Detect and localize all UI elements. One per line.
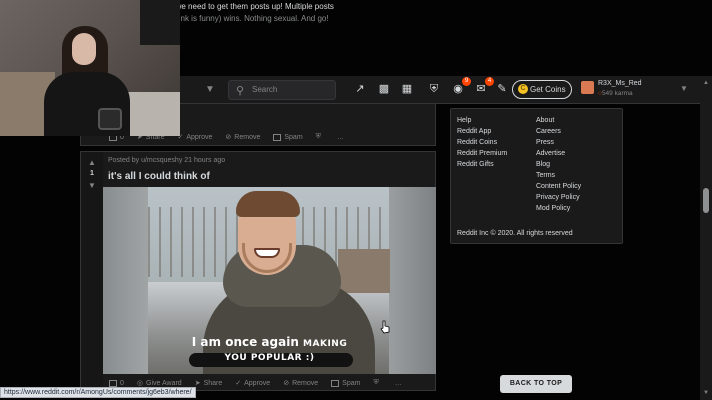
approve-label: Approve [244, 379, 271, 387]
award-icon: ◎ [136, 380, 144, 387]
approve-label: Approve [186, 133, 213, 141]
spam-label: Spam [284, 133, 303, 141]
link-reddit-gifts[interactable]: Reddit Gifts [457, 161, 494, 168]
give-award-label: Give Award [146, 379, 182, 387]
notification-badge: 4 [485, 77, 494, 86]
qr-code-icon[interactable]: ▦ [399, 81, 415, 97]
meme-caption-line-1: I am once again MAKING [103, 335, 436, 349]
vote-column: ▲ 1 ▼ [81, 152, 103, 390]
comment-icon [109, 379, 117, 387]
remove-button[interactable]: ⊘ Remove [283, 379, 319, 388]
caption-big-text: I am once again [191, 335, 304, 349]
link-press[interactable]: Press [536, 139, 554, 146]
link-reddit-coins[interactable]: Reddit Coins [457, 139, 497, 146]
link-terms[interactable]: Terms [536, 172, 555, 179]
remove-icon: ⊘ [225, 134, 232, 141]
avatar[interactable] [581, 81, 594, 94]
webcam-overlay [0, 0, 180, 136]
link-content-policy[interactable]: Content Policy [536, 183, 581, 190]
comments-count: 0 [120, 379, 124, 387]
link-reddit-premium[interactable]: Reddit Premium [457, 150, 507, 157]
vote-count: 1 [90, 170, 94, 177]
reddit-page: ▼ ⚲ Search ↗ ▩ ▦ ⛨ ◉ 9 ✉ 4 ✎ C Get Coins R… [0, 0, 712, 400]
check-icon: ✓ [235, 380, 242, 387]
caption-small-text: MAKING [303, 339, 348, 349]
spam-button[interactable]: Spam [273, 133, 303, 141]
spam-button[interactable]: Spam [331, 379, 361, 387]
copyright-text: Reddit Inc © 2020. All rights reserved [457, 230, 573, 237]
link-help[interactable]: Help [457, 117, 471, 124]
create-post-icon[interactable]: ✎ [494, 81, 510, 97]
image-smile [254, 248, 280, 258]
search-icon: ⚲ [236, 85, 245, 97]
image-house [338, 249, 390, 293]
chat-icon[interactable]: ◉ 9 [450, 77, 471, 97]
post-title[interactable]: it's all I could think of [108, 171, 210, 182]
user-menu-chevron-icon[interactable]: ▼ [680, 84, 688, 93]
more-options-button[interactable]: … [337, 134, 344, 141]
link-reddit-app[interactable]: Reddit App [457, 128, 491, 135]
trending-icon[interactable]: ↗ [352, 81, 368, 97]
give-award-button[interactable]: ◎ Give Award [136, 379, 182, 388]
approve-button[interactable]: ✓ Approve [235, 379, 271, 388]
webcam-person-face [72, 33, 96, 65]
image-hair [236, 191, 300, 217]
link-privacy-policy[interactable]: Privacy Policy [536, 194, 580, 201]
scrollbar-thumb[interactable] [703, 188, 709, 213]
link-advertise[interactable]: Advertise [536, 150, 565, 157]
post-image[interactable]: I am once again MAKING YOU POPULAR :) [103, 187, 436, 374]
upvote-icon[interactable]: ▲ [88, 158, 96, 167]
link-careers[interactable]: Careers [536, 128, 561, 135]
share-label: Share [203, 379, 223, 387]
webcam-poster [140, 0, 180, 45]
remove-label: Remove [234, 133, 261, 141]
post-meta[interactable]: Posted by u/mcsqueshy 21 hours ago [108, 157, 225, 164]
shield-icon[interactable]: ⛨ [426, 81, 442, 97]
shield-icon[interactable]: ⛨ [373, 379, 381, 387]
remove-button[interactable]: ⊘ Remove [225, 133, 261, 142]
spam-icon [273, 133, 282, 141]
footer-links-card: Help Reddit App Reddit Coins Reddit Prem… [450, 108, 623, 244]
link-about[interactable]: About [536, 117, 554, 124]
remove-label: Remove [292, 379, 319, 387]
search-bar[interactable]: ⚲ Search [228, 80, 336, 100]
mouse-cursor-icon [380, 320, 390, 334]
chevron-down-icon[interactable]: ▼ [205, 84, 215, 95]
get-coins-button[interactable]: C Get Coins [512, 80, 572, 99]
mod-shield-icon: ⛨ [315, 133, 321, 140]
share-icon: ➤ [194, 380, 201, 387]
karma-count: ○549 karma [598, 90, 633, 97]
comments-button[interactable]: 0 [109, 379, 124, 387]
meme-caption-line-2: YOU POPULAR :) [224, 353, 315, 363]
scroll-up-icon[interactable]: ▲ [703, 80, 709, 86]
link-blog[interactable]: Blog [536, 161, 550, 168]
username[interactable]: R3X_Ms_Red [598, 80, 642, 87]
karma-label: 549 karma [601, 90, 633, 97]
get-coins-label: Get Coins [530, 85, 566, 94]
search-input[interactable]: Search [252, 85, 277, 94]
downvote-icon[interactable]: ▼ [88, 181, 96, 190]
coin-icon: C [518, 84, 528, 94]
more-options-button[interactable]: … [395, 380, 402, 387]
mod-shield-icon: ⛨ [373, 379, 379, 386]
scrollbar[interactable] [700, 76, 712, 400]
chat-badge: 9 [462, 77, 471, 86]
stats-icon[interactable]: ▩ [376, 81, 392, 97]
notifications-icon[interactable]: ✉ 4 [473, 77, 494, 97]
scroll-down-icon[interactable]: ▼ [703, 390, 709, 396]
link-preview-url: https://www.reddit.com/r/AmongUs/comment… [0, 387, 196, 398]
share-button[interactable]: ➤ Share [194, 379, 223, 388]
back-to-top-button[interactable]: BACK TO TOP [500, 375, 572, 393]
remove-icon: ⊘ [283, 380, 290, 387]
spam-icon [331, 379, 340, 387]
shield-icon[interactable]: ⛨ [316, 133, 324, 141]
approve-button[interactable]: ✓ Approve [177, 133, 213, 142]
spam-label: Spam [342, 379, 361, 387]
post-card[interactable]: ▲ 1 ▼ Posted by u/mcsqueshy 21 hours ago… [80, 151, 436, 391]
link-mod-policy[interactable]: Mod Policy [536, 205, 570, 212]
webcam-microphone [98, 108, 122, 130]
